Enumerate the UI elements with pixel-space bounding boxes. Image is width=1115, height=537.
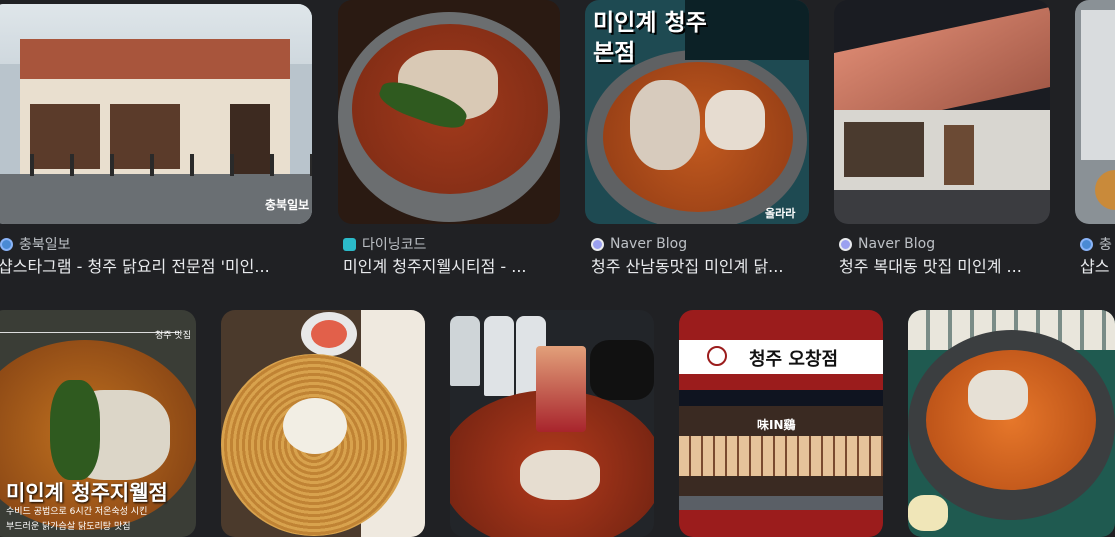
storefront-windows <box>679 436 883 476</box>
image-thumbnail[interactable] <box>338 0 560 224</box>
diningcode-icon <box>343 237 356 251</box>
image-thumbnail[interactable] <box>1075 0 1115 224</box>
image-result-7[interactable] <box>221 310 425 537</box>
source-name: Naver Blog <box>610 236 688 252</box>
soju-bottle <box>450 316 480 386</box>
sauce <box>311 320 347 348</box>
image-thumbnail[interactable] <box>834 0 1050 224</box>
naver-icon <box>591 237 604 251</box>
banner: 청주 오창점 <box>679 340 883 374</box>
logo-icon <box>707 346 727 366</box>
fence <box>0 154 312 176</box>
overlay-tag: 청주 맛집 <box>155 331 191 341</box>
store-sign: 味IN鷄 <box>757 418 796 432</box>
image-thumbnail[interactable]: 충북일보 <box>0 4 312 224</box>
watermark: 충북일보 <box>265 198 310 212</box>
noodles <box>630 80 700 170</box>
image-result-8[interactable] <box>450 310 654 537</box>
watermark: 올라라 <box>765 207 796 220</box>
chicken <box>520 450 600 500</box>
dish <box>1095 170 1115 210</box>
image-result-9[interactable]: 청주 오창점 味IN鷄 <box>679 310 883 537</box>
source-name: Naver Blog <box>858 236 936 252</box>
side-dish <box>908 495 948 531</box>
image-result-6[interactable]: 청주 맛집 미인계 청주지웰점 수비드 공법으로 6시간 저온숙성 시킨 부드러… <box>0 310 196 537</box>
soju-bottle <box>484 316 514 396</box>
globe-icon <box>0 237 13 251</box>
building: 味IN鷄 <box>679 406 883 496</box>
gloved-hand <box>590 340 654 400</box>
drink-glass <box>536 346 586 432</box>
image-thumbnail[interactable]: 미인계 청주 본점 올라라 <box>585 0 809 224</box>
window <box>844 122 924 177</box>
banner-title: 청주 오창점 <box>749 349 839 370</box>
image-result-10[interactable] <box>908 310 1115 537</box>
source-name: 충 <box>1099 237 1112 253</box>
egg-topping <box>283 398 347 454</box>
sky <box>679 390 883 406</box>
naver-icon <box>839 237 852 251</box>
chicken <box>968 370 1028 420</box>
street <box>834 190 1050 224</box>
chicken <box>705 90 765 150</box>
result-title[interactable]: 청주 복대동 맛집 미인계 ... <box>839 256 1049 278</box>
greens <box>50 380 100 480</box>
overlay-title: 미인계 청주 본점 <box>593 10 707 66</box>
result-title[interactable]: 미인계 청주지웰시티점 - ... <box>343 256 558 278</box>
result-title[interactable]: 샵스타그램 - 청주 닭요리 전문점 '미인... <box>0 256 310 278</box>
divider-line <box>0 332 180 333</box>
overlay-caption: 수비드 공법으로 6시간 저온숙성 시킨 <box>6 507 148 517</box>
result-title[interactable]: 청주 산남동맛집 미인계 닭... <box>591 256 809 278</box>
overlay-title: 미인계 청주지웰점 <box>6 480 168 505</box>
globe-icon <box>1080 237 1093 251</box>
door <box>944 125 974 185</box>
result-title[interactable]: 샵스 <box>1080 256 1115 278</box>
street <box>679 496 883 510</box>
roof-facade <box>20 39 290 79</box>
paper <box>1081 10 1115 160</box>
source-name: 충북일보 <box>19 237 71 253</box>
overlay-caption: 부드러운 닭가슴살 닭도리탕 맛집 <box>6 522 131 532</box>
source-name: 다이닝코드 <box>362 237 427 253</box>
